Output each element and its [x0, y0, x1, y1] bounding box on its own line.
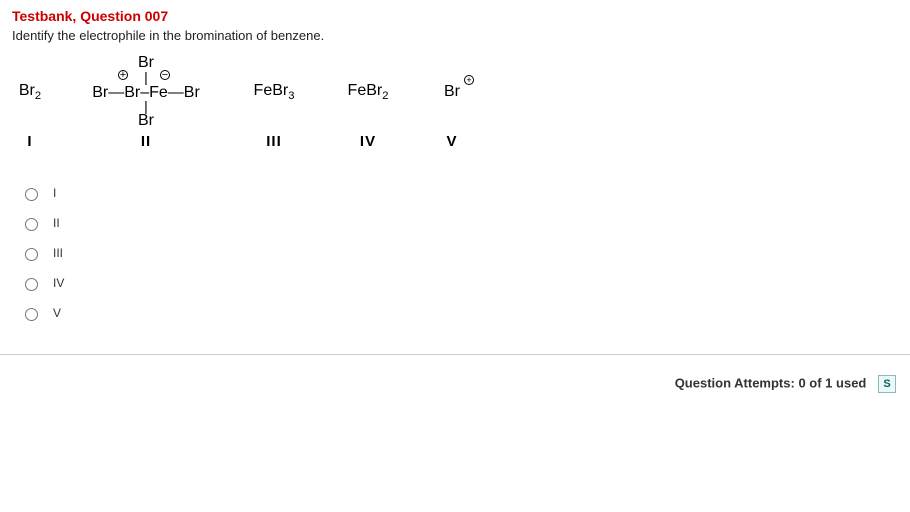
plus-icon: + — [464, 75, 474, 85]
attempts-value: 0 of 1 used — [798, 375, 866, 390]
choice-label-2: II — [53, 216, 60, 230]
structure-2-top-br: Br — [82, 55, 210, 71]
structures-row: Br2 Br | + − Br—Br–Fe—Br | Br — [12, 55, 898, 129]
choice-label-5: V — [53, 306, 61, 320]
choice-row-1[interactable]: I — [20, 178, 898, 208]
roman-2: II — [82, 133, 210, 150]
attempts-label: Question Attempts: — [675, 375, 795, 390]
choice-label-1: I — [53, 186, 56, 200]
structure-2-drawing: Br | + − Br—Br–Fe—Br | Br — [82, 55, 210, 129]
plus-icon: + — [118, 70, 128, 80]
choice-row-4[interactable]: IV — [20, 268, 898, 298]
structure-3-formula: FeBr3 — [254, 82, 295, 99]
choice-radio-4[interactable] — [25, 278, 38, 291]
structure-3: FeBr3 — [244, 82, 304, 102]
choice-row-3[interactable]: III — [20, 238, 898, 268]
question-title: Testbank, Question 007 — [0, 0, 910, 26]
roman-1: I — [12, 133, 48, 150]
structure-5: Br + — [432, 83, 472, 101]
choice-row-5[interactable]: V — [20, 298, 898, 328]
choice-label-3: III — [53, 246, 63, 260]
structure-2-bottom-br: Br — [82, 113, 210, 129]
roman-3: III — [244, 133, 304, 150]
minus-icon: − — [160, 70, 170, 80]
answer-choices: I II III IV V — [0, 160, 910, 346]
structure-4-formula: FeBr2 — [348, 82, 389, 99]
choice-row-2[interactable]: II — [20, 208, 898, 238]
roman-5: V — [432, 133, 472, 150]
structure-1-formula: Br2 — [19, 82, 41, 99]
choice-radio-5[interactable] — [25, 308, 38, 321]
footer-bar: Question Attempts: 0 of 1 used S — [0, 367, 910, 401]
choice-label-4: IV — [53, 276, 64, 290]
roman-4: IV — [338, 133, 398, 150]
structure-5-formula: Br + — [444, 83, 460, 101]
choice-radio-3[interactable] — [25, 248, 38, 261]
choice-radio-1[interactable] — [25, 188, 38, 201]
question-container: Testbank, Question 007 Identify the elec… — [0, 0, 910, 355]
save-button[interactable]: S — [878, 375, 896, 393]
structure-4: FeBr2 — [338, 82, 398, 102]
structure-1: Br2 — [12, 82, 48, 102]
question-prompt: Identify the electrophile in the bromina… — [0, 26, 910, 55]
choice-radio-2[interactable] — [25, 218, 38, 231]
structures-area: Br2 Br | + − Br—Br–Fe—Br | Br — [0, 55, 910, 160]
structure-2: Br | + − Br—Br–Fe—Br | Br — [82, 55, 210, 129]
roman-labels-row: I II III IV V — [12, 133, 898, 150]
